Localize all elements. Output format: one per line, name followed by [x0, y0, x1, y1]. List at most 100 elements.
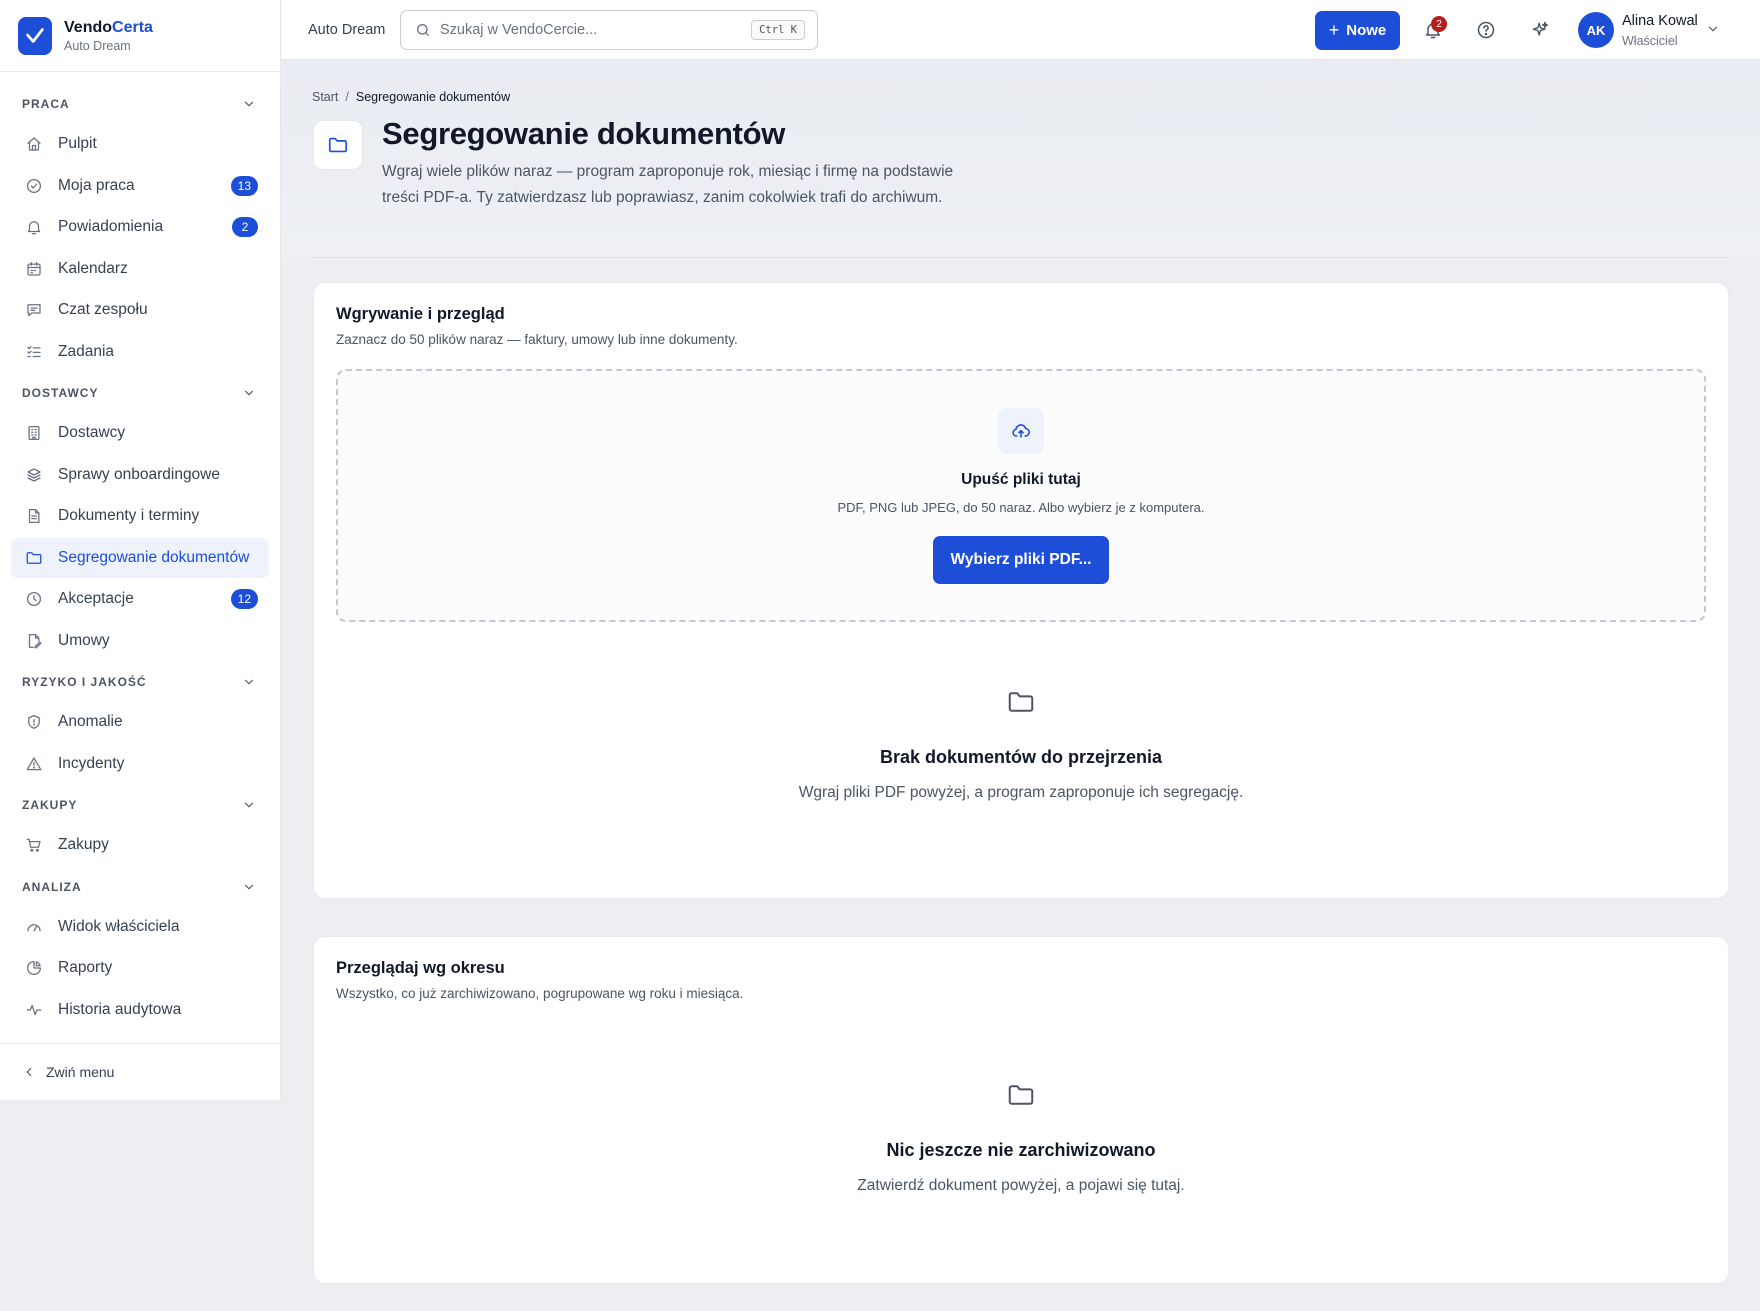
breadcrumb-home[interactable]: Start — [312, 90, 338, 104]
chevron-down-icon[interactable] — [242, 386, 256, 400]
browse-empty-text: Zatwierdź dokument powyżej, a pojawi się… — [857, 1177, 1185, 1194]
sidebar-item-label: Dostawcy — [58, 424, 126, 441]
search-icon — [417, 23, 429, 36]
dropzone-hint: PDF, PNG lub JPEG, do 50 naraz. Albo wyb… — [837, 500, 1205, 515]
brand-name: VendoCerta — [64, 18, 153, 36]
new-button-label: Nowe — [1346, 22, 1387, 39]
plus-icon: + — [1328, 20, 1340, 40]
brand-org: Auto Dream — [64, 38, 131, 53]
folder-icon — [1008, 1085, 1034, 1105]
brand[interactable]: VendoCerta Auto Dream — [0, 0, 280, 72]
browse-empty-title: Nic jeszcze nie zarchiwizowano — [886, 1140, 1156, 1160]
folder-icon — [313, 120, 363, 170]
breadcrumb-current: Segregowanie dokumentów — [355, 90, 511, 104]
contract-icon — [28, 633, 42, 648]
sidebar-item-label: Kalendarz — [58, 259, 128, 277]
sparkles-icon[interactable] — [1530, 20, 1550, 40]
help-icon[interactable] — [1476, 20, 1496, 40]
nav-section-header[interactable]: RYZYKO I JAKOŚĆ — [0, 662, 280, 702]
nav-section-header[interactable]: DOSTAWCY — [0, 373, 280, 413]
sidebar-nav: PRACA Pulpit Moja praca 13 Powiadomienia 2 Kal… — [0, 72, 280, 1030]
shield-icon — [28, 714, 40, 730]
sidebar-item-label: Widok właściciela — [58, 917, 180, 935]
sidebar-item-label: Akceptacje — [58, 590, 134, 607]
layers-icon — [27, 467, 41, 482]
nav-section-title: PRACA — [22, 97, 70, 111]
sidebar-item-label: Historia audytowa — [58, 1000, 182, 1018]
cart-icon — [26, 838, 41, 852]
file-dropzone[interactable]: Upuść pliki tutaj PDF, PNG lub JPEG, do … — [336, 369, 1706, 622]
user-role: Właściciel — [1622, 34, 1678, 48]
sidebar-item-historia-audytowa[interactable]: Historia audytowa — [11, 990, 269, 1030]
breadcrumb: Start / Segregowanie dokumentów — [312, 90, 510, 104]
count-badge: 12 — [230, 589, 258, 609]
sidebar-item-kalendarz[interactable]: Kalendarz — [11, 249, 269, 289]
sidebar-item-label: Powiadomienia — [58, 218, 164, 235]
sidebar: VendoCerta Auto Dream PRACA Pulpit Moja pr… — [0, 0, 281, 1100]
sidebar-item-umowy[interactable]: Umowy — [11, 621, 269, 661]
sidebar-item-anomalie[interactable]: Anomalie — [11, 702, 269, 742]
nav-section-title: RYZYKO I JAKOŚĆ — [22, 675, 147, 689]
collapse-menu-button[interactable]: Zwiń menu — [0, 1043, 280, 1100]
sidebar-item-sprawy-onboardingowe[interactable]: Sprawy onboardingowe — [11, 455, 269, 495]
sidebar-item-powiadomienia[interactable]: Powiadomienia 2 — [11, 207, 269, 247]
collapse-menu-label: Zwiń menu — [46, 1064, 115, 1080]
chevron-down-icon[interactable] — [242, 880, 256, 894]
browse-card-title: Przeglądaj wg okresu — [336, 959, 505, 977]
avatar[interactable]: AK — [1578, 12, 1614, 48]
nav-section-header[interactable]: ANALIZA — [0, 867, 280, 907]
nav-section-header[interactable]: PRACA — [0, 84, 280, 124]
sidebar-item-label: Czat zespołu — [58, 301, 148, 318]
search-shortcut: Ctrl K — [751, 19, 805, 40]
sidebar-item-moja-praca[interactable]: Moja praca 13 — [11, 166, 269, 206]
sidebar-item-zadania[interactable]: Zadania — [11, 332, 269, 372]
count-badge: 13 — [230, 175, 258, 196]
sidebar-item-segregowanie-dokumentów[interactable]: Segregowanie dokumentów — [11, 537, 269, 578]
chevron-down-icon[interactable] — [1706, 22, 1720, 36]
new-button[interactable]: + Nowe — [1315, 11, 1400, 50]
user-name[interactable]: Alina Kowal — [1622, 13, 1698, 29]
calendar-icon — [27, 261, 41, 276]
chevron-down-icon[interactable] — [242, 798, 256, 812]
chevron-down-icon[interactable] — [242, 97, 256, 111]
search-input[interactable]: Szukaj w VendoCercie... Ctrl K — [400, 9, 818, 50]
sidebar-item-pulpit[interactable]: Pulpit — [11, 124, 269, 164]
sidebar-item-label: Moja praca — [58, 176, 135, 194]
nav-section-title: ZAKUPY — [22, 798, 78, 812]
upload-card-subtitle: Zaznacz do 50 plików naraz — faktury, um… — [336, 332, 738, 347]
sidebar-item-label: Anomalie — [58, 713, 123, 730]
sidebar-item-zakupy[interactable]: Zakupy — [11, 825, 269, 865]
sidebar-item-widok-właściciela[interactable]: Widok właściciela — [11, 907, 269, 947]
upload-card: Wgrywanie i przegląd Zaznacz do 50 plikó… — [313, 282, 1729, 899]
clock-icon — [26, 591, 42, 607]
sidebar-item-label: Raporty — [58, 959, 113, 976]
page-header: Start / Segregowanie dokumentów Segregow… — [281, 60, 1760, 260]
org-switcher[interactable]: Auto Dream — [308, 22, 400, 38]
folder-icon — [1008, 692, 1034, 712]
sidebar-item-dokumenty-i-terminy[interactable]: Dokumenty i terminy — [11, 496, 269, 536]
brand-logo-icon — [18, 16, 52, 55]
sidebar-item-czat-zespołu[interactable]: Czat zespołu — [11, 290, 269, 330]
bell-icon — [27, 221, 41, 235]
gauge-icon — [27, 923, 41, 931]
divider — [312, 257, 1729, 258]
pie-chart-icon — [26, 960, 42, 976]
browse-card: Przeglądaj wg okresu Wszystko, co już za… — [313, 936, 1729, 1284]
nav-section-title: DOSTAWCY — [22, 386, 99, 400]
sidebar-item-raporty[interactable]: Raporty — [11, 948, 269, 988]
sidebar-item-dostawcy[interactable]: Dostawcy — [11, 413, 269, 453]
topbar: Auto Dream Szukaj w VendoCercie... Ctrl … — [281, 0, 1760, 60]
dropzone-title: Upuść pliki tutaj — [961, 471, 1081, 488]
upload-empty-title: Brak dokumentów do przejrzenia — [879, 747, 1163, 767]
browse-card-subtitle: Wszystko, co już zarchiwizowano, pogrupo… — [336, 986, 744, 1001]
chat-icon — [27, 304, 41, 317]
sidebar-item-akceptacje[interactable]: Akceptacje 12 — [11, 579, 269, 619]
nav-section-header[interactable]: ZAKUPY — [0, 785, 280, 825]
sidebar-item-incydenty[interactable]: Incydenty — [11, 744, 269, 784]
sidebar-item-label: Zakupy — [58, 836, 109, 853]
nav-section-title: ANALIZA — [22, 879, 82, 894]
sidebar-item-label: Zadania — [58, 342, 115, 360]
choose-files-button[interactable]: Wybierz pliki PDF... — [933, 536, 1109, 584]
chevron-down-icon[interactable] — [242, 675, 256, 689]
upload-card-title: Wgrywanie i przegląd — [336, 305, 505, 323]
